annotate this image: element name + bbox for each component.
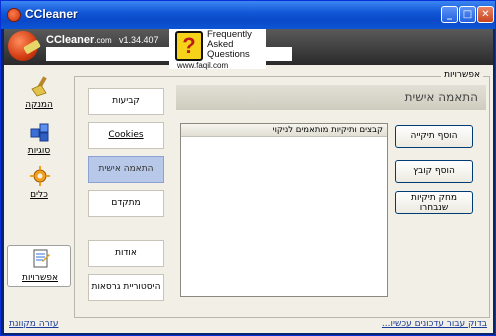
app-window: CCleaner _ □ ✕ CCleaner.com v1.34.407 ? … <box>0 0 496 336</box>
title-bar[interactable]: CCleaner _ □ ✕ <box>1 1 495 29</box>
online-help-link[interactable]: עזרה מקוונת <box>9 319 59 329</box>
nav-item-cleaner[interactable]: המנקה <box>7 73 71 117</box>
delete-button-line1: מחק תיקיות <box>411 193 457 203</box>
options-tab-list: קביעות Cookies התאמה אישית מתקדם אודות ה… <box>88 88 164 318</box>
tools-icon <box>30 166 50 186</box>
tab-cookies[interactable]: Cookies <box>88 122 164 149</box>
app-name-suffix: .com <box>94 36 112 45</box>
panel-title: התאמה אישית <box>404 90 478 104</box>
options-document-icon <box>33 249 50 268</box>
nav-label-issues: סוגיות <box>27 146 51 156</box>
tab-customize[interactable]: התאמה אישית <box>88 156 164 183</box>
faq-badge-icon: ? <box>175 31 203 61</box>
tab-settings[interactable]: קביעות <box>88 88 164 115</box>
client-area: CCleaner.com v1.34.407 ? Frequently Aske… <box>4 29 493 333</box>
watermark-url: www.faqil.com <box>177 61 229 70</box>
list-column-header[interactable]: קבצים ותיקיות מותאמים לניקוי <box>181 124 387 137</box>
check-updates-link[interactable]: ...בדוק עבור עדכונים עכשיו <box>382 319 487 329</box>
nav-item-options[interactable]: אפשרויות <box>7 245 71 287</box>
delete-button-line2: שנבחרו <box>419 203 449 213</box>
nav-label-options: אפשרויות <box>22 273 58 283</box>
window-title: CCleaner <box>25 7 78 21</box>
tab-advanced[interactable]: מתקדם <box>88 190 164 217</box>
tab-version-history[interactable]: היסטוריית גרסאות <box>88 274 164 301</box>
watermark-line3: Questions <box>207 49 250 60</box>
add-folder-button[interactable]: הוסף תיקייה <box>395 125 473 148</box>
nav-label-tools: כלים <box>30 190 48 200</box>
app-name: CCleaner.com <box>46 34 112 46</box>
nav-item-tools[interactable]: כלים <box>7 163 71 207</box>
delete-selected-button[interactable]: מחק תיקיות שנבחרו <box>395 191 473 214</box>
panel-title-bar: התאמה אישית <box>176 85 486 110</box>
tab-about[interactable]: אודות <box>88 240 164 267</box>
app-name-text: CCleaner <box>46 34 95 46</box>
add-file-button[interactable]: הוסף קובץ <box>395 160 473 183</box>
nav-item-issues[interactable]: סוגיות <box>7 119 71 163</box>
app-icon <box>7 8 21 22</box>
broom-icon <box>31 76 47 97</box>
maximize-button[interactable]: □ <box>459 6 476 23</box>
registry-cubes-icon <box>30 123 49 142</box>
version-label: v1.34.407 <box>119 35 159 45</box>
watermark-text: Frequently Asked Questions <box>207 30 252 60</box>
options-group-title: אפשרויות <box>441 70 483 80</box>
minimize-button[interactable]: _ <box>441 6 458 23</box>
custom-files-list[interactable]: קבצים ותיקיות מותאמים לניקוי <box>180 123 388 297</box>
watermark: ? Frequently Asked Questions www.faqil.c… <box>169 29 266 70</box>
nav-label-cleaner: המנקה <box>25 100 53 110</box>
close-button[interactable]: ✕ <box>477 6 494 23</box>
left-nav: המנקה סוגיות כלים אפשרויות <box>7 73 71 313</box>
